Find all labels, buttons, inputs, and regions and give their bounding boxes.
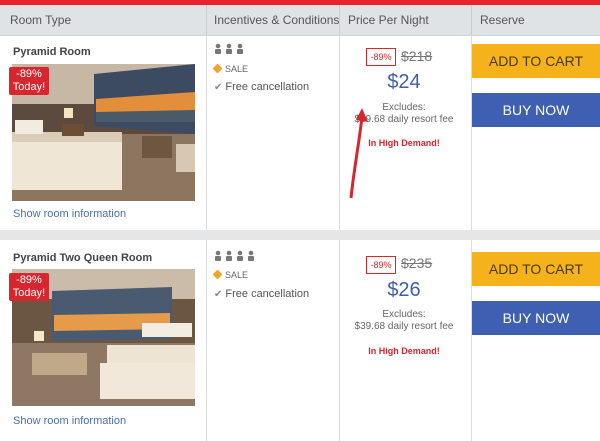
row-divider	[206, 240, 207, 441]
sale-text: SALE	[225, 270, 249, 280]
show-room-information-link[interactable]: Show room information	[13, 415, 126, 427]
show-room-information-link[interactable]: Show room information	[13, 208, 126, 220]
free-cancellation: ✔ Free cancellation	[214, 81, 309, 93]
excludes-label: Excludes:	[382, 309, 426, 320]
row-gap	[0, 230, 600, 240]
discount-badge: -89%	[366, 48, 396, 66]
occupancy-icons	[214, 43, 250, 57]
new-price: $26	[387, 279, 421, 301]
discount-tag-percent: -89%	[16, 274, 42, 286]
discount-tag: -89% Today!	[9, 67, 49, 95]
discount-badge: -89%	[366, 256, 396, 274]
sale-label: SALE	[212, 269, 249, 280]
sale-text: SALE	[225, 64, 249, 74]
header-price: Price Per Night	[348, 13, 429, 27]
check-icon: ✔	[214, 289, 223, 300]
check-icon: ✔	[214, 82, 223, 93]
header-incentives: Incentives & Conditions	[214, 13, 340, 27]
discount-tag-today: Today!	[12, 81, 46, 93]
sale-label: SALE	[212, 63, 249, 74]
tag-icon	[212, 63, 223, 74]
row-divider	[339, 36, 340, 230]
high-demand-label: In High Demand!	[368, 346, 440, 356]
free-cancellation: ✔ Free cancellation	[214, 288, 309, 300]
discount-tag-percent: -89%	[16, 68, 42, 80]
buy-now-button[interactable]: BUY NOW	[472, 93, 600, 127]
old-price: $235	[401, 255, 433, 271]
table-header: Room Type Incentives & Conditions Price …	[0, 5, 600, 36]
header-divider	[206, 5, 207, 35]
row-divider	[339, 240, 340, 441]
old-price: $218	[401, 48, 433, 64]
cancellation-text: Free cancellation	[225, 288, 310, 300]
row-divider	[206, 36, 207, 230]
resort-fee: $39.68 daily resort fee	[354, 321, 454, 332]
occupancy-icons	[214, 250, 260, 264]
room-title[interactable]: Pyramid Room	[13, 46, 91, 58]
room-row: Pyramid Room -89% Today! Show room infor…	[0, 36, 600, 230]
room-row: Pyramid Two Queen Room -89% Today! Show …	[0, 240, 600, 441]
discount-tag: -89% Today!	[9, 273, 49, 301]
add-to-cart-button[interactable]: ADD TO CART	[472, 252, 600, 286]
header-room-type: Room Type	[10, 13, 72, 27]
add-to-cart-button[interactable]: ADD TO CART	[472, 44, 600, 78]
room-title[interactable]: Pyramid Two Queen Room	[13, 252, 152, 264]
buy-now-button[interactable]: BUY NOW	[472, 301, 600, 335]
annotation-arrow-icon	[349, 108, 368, 199]
cancellation-text: Free cancellation	[225, 81, 310, 93]
header-divider	[339, 5, 340, 35]
header-reserve: Reserve	[480, 13, 525, 27]
header-divider	[471, 5, 472, 35]
tag-icon	[212, 269, 223, 280]
discount-tag-today: Today!	[12, 287, 46, 299]
new-price: $24	[387, 71, 421, 93]
